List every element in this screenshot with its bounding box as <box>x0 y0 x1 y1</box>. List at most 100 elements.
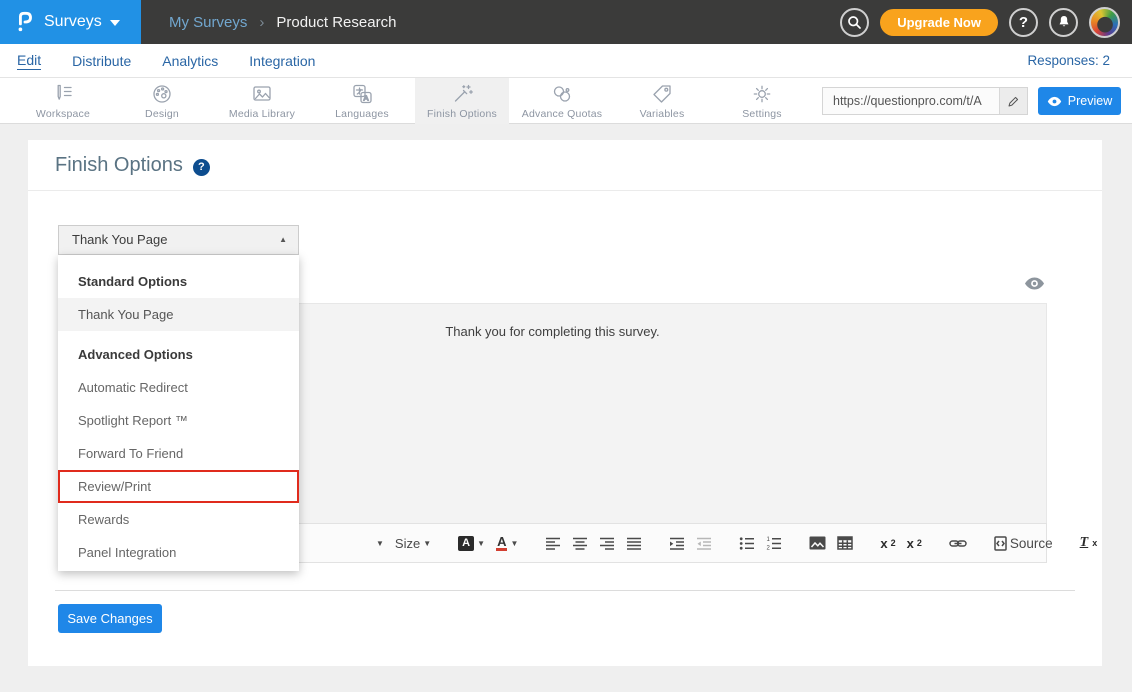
tab-distribute[interactable]: Distribute <box>72 53 131 69</box>
search-button[interactable] <box>840 8 869 37</box>
insert-link-button[interactable] <box>949 538 967 549</box>
font-dropdown-caret[interactable]: ▼ <box>376 539 384 548</box>
editor-preview-eye-icon[interactable] <box>1024 276 1045 291</box>
subscript-icon: x <box>880 537 887 550</box>
avatar[interactable] <box>1089 7 1120 38</box>
edit-url-button[interactable] <box>999 88 1027 114</box>
breadcrumb-parent[interactable]: My Surveys <box>169 14 247 31</box>
insert-table-button[interactable] <box>837 536 853 550</box>
ribbon-item-settings[interactable]: Settings <box>715 78 809 124</box>
image-icon <box>809 536 826 550</box>
breadcrumb: My Surveys › Product Research <box>169 14 396 31</box>
align-right-icon <box>599 536 615 551</box>
menu-item-forward-to-friend[interactable]: Forward To Friend <box>58 437 299 470</box>
outdent-button[interactable] <box>696 536 712 551</box>
questionpro-app: Surveys My Surveys › Product Research Up… <box>0 0 1132 692</box>
menu-item-automatic-redirect[interactable]: Automatic Redirect <box>58 371 299 404</box>
source-icon <box>994 536 1007 551</box>
background-color-button[interactable]: A▼ <box>458 536 485 551</box>
top-header: Surveys My Surveys › Product Research Up… <box>0 0 1132 44</box>
ribbon-item-variables[interactable]: Variables <box>615 78 709 124</box>
svg-text:1: 1 <box>767 537 771 543</box>
breadcrumb-separator-icon: › <box>259 14 264 31</box>
advance-quotas-icon <box>550 82 574 106</box>
indent-button[interactable] <box>669 536 685 551</box>
text-color-icon: A <box>496 535 507 551</box>
finish-options-panel: Finish Options ? Thank you for completin… <box>28 140 1102 666</box>
subscript-button[interactable]: x2 <box>880 537 895 550</box>
bulleted-list-button[interactable] <box>739 536 755 551</box>
link-icon <box>949 538 967 549</box>
design-icon <box>150 82 174 106</box>
menu-item-rewards[interactable]: Rewards <box>58 503 299 536</box>
page-title: Finish Options <box>55 154 183 177</box>
workspace-icon <box>51 82 75 106</box>
ribbon-item-workspace[interactable]: Workspace <box>16 78 110 124</box>
save-changes-button[interactable]: Save Changes <box>58 604 162 633</box>
menu-item-review-print[interactable]: Review/Print <box>58 470 299 503</box>
superscript-button[interactable]: x2 <box>907 537 922 550</box>
survey-url-value[interactable]: https://questionpro.com/t/A <box>823 88 999 114</box>
outdent-icon <box>696 536 712 551</box>
ribbon-item-media-library[interactable]: Media Library <box>215 78 309 124</box>
insert-image-button[interactable] <box>809 536 826 550</box>
help-circle-icon[interactable]: ? <box>193 159 210 176</box>
finish-options-icon <box>450 82 474 106</box>
bulleted-list-icon <box>739 536 755 551</box>
remove-format-button[interactable]: Tx <box>1080 535 1098 551</box>
questionpro-logo-icon <box>14 10 36 34</box>
align-left-button[interactable] <box>545 536 561 551</box>
media-library-icon <box>250 82 274 106</box>
ribbon-item-languages[interactable]: A Languages <box>315 78 409 124</box>
align-left-icon <box>545 536 561 551</box>
justify-button[interactable] <box>626 536 642 551</box>
ribbon-item-design[interactable]: Design <box>115 78 209 124</box>
notifications-button[interactable] <box>1049 8 1078 37</box>
tab-analytics[interactable]: Analytics <box>162 53 218 69</box>
edit-ribbon: Workspace Design Media Library A Languag… <box>0 78 1132 124</box>
dropdown-up-arrow-icon: ▲ <box>279 226 287 254</box>
search-icon <box>846 14 863 31</box>
help-button[interactable]: ? <box>1009 8 1038 37</box>
remove-format-icon: T <box>1080 535 1089 551</box>
indent-icon <box>669 536 685 551</box>
svg-text:2: 2 <box>767 545 771 551</box>
upgrade-now-button[interactable]: Upgrade Now <box>880 9 998 36</box>
responses-count: Responses: 2 <box>1027 53 1110 68</box>
ribbon-item-finish-options[interactable]: Finish Options <box>415 78 509 124</box>
text-color-button[interactable]: A▼ <box>496 535 518 551</box>
align-right-button[interactable] <box>599 536 615 551</box>
justify-icon <box>626 536 642 551</box>
tab-edit[interactable]: Edit <box>17 52 41 70</box>
table-icon <box>837 536 853 550</box>
finish-option-menu: Standard Options Thank You Page Advanced… <box>58 255 299 571</box>
numbered-list-icon: 1 2 <box>766 536 782 551</box>
ribbon-item-advance-quotas[interactable]: Advance Quotas <box>515 78 609 124</box>
header-actions: Upgrade Now ? <box>840 7 1132 38</box>
numbered-list-button[interactable]: 1 2 <box>766 536 782 551</box>
chevron-down-icon <box>110 20 120 26</box>
survey-url-field[interactable]: https://questionpro.com/t/A <box>822 87 1028 115</box>
menu-item-thank-you-page[interactable]: Thank You Page <box>58 298 299 331</box>
languages-icon: A <box>350 82 374 106</box>
menu-item-panel-integration[interactable]: Panel Integration <box>58 536 299 569</box>
preview-button[interactable]: Preview <box>1038 87 1121 115</box>
title-divider <box>28 190 1102 191</box>
survey-nav-tabs: Edit Distribute Analytics Integration Re… <box>0 44 1132 78</box>
preview-eye-icon <box>1047 96 1062 107</box>
menu-item-spotlight-report[interactable]: Spotlight Report ™ <box>58 404 299 437</box>
product-switcher[interactable]: Surveys <box>0 0 141 44</box>
tab-integration[interactable]: Integration <box>249 53 315 69</box>
settings-icon <box>750 82 774 106</box>
finish-option-select[interactable]: Thank You Page ▲ <box>58 225 299 255</box>
menu-group-standard-options: Standard Options <box>58 265 299 298</box>
menu-group-advanced-options: Advanced Options <box>58 338 299 371</box>
edit-url-pencil-icon <box>1007 95 1020 108</box>
svg-text:A: A <box>363 93 368 102</box>
source-button[interactable]: Source <box>994 536 1053 551</box>
size-dropdown[interactable]: Size▼ <box>395 536 431 551</box>
superscript-icon: x <box>907 537 914 550</box>
section-divider <box>55 590 1075 591</box>
background-color-icon: A <box>458 536 474 551</box>
align-center-button[interactable] <box>572 536 588 551</box>
